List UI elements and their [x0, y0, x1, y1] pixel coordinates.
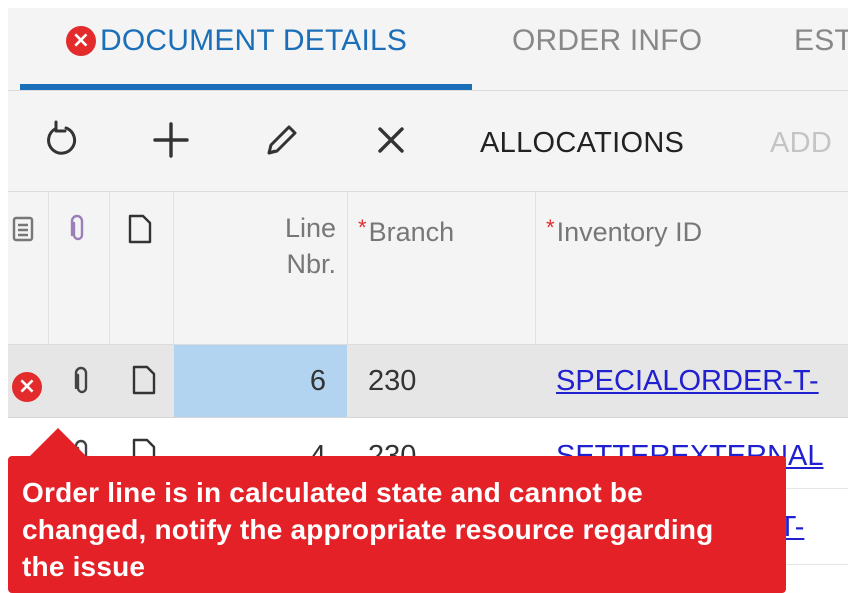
paperclip-icon [70, 214, 84, 241]
column-header-branch[interactable]: *Branch [358, 210, 454, 250]
add-row-button[interactable] [146, 115, 196, 165]
column-divider [109, 192, 110, 344]
tooltip-arrow [30, 428, 86, 456]
error-tooltip: Order line is in calculated state and ca… [8, 456, 786, 593]
tab-order-info[interactable]: ORDER INFO [512, 24, 702, 58]
column-divider [347, 192, 348, 344]
add-items-button[interactable]: ADD [770, 127, 832, 160]
sales-order-page: × DOCUMENT DETAILS ORDER INFO EST ALLOCA… [8, 8, 848, 593]
row-error-icon[interactable]: × [12, 372, 42, 402]
cell-inventory-id-link[interactable]: SPECIALORDER-T- [556, 365, 819, 398]
list-details-icon [12, 216, 34, 242]
paperclip-icon [74, 366, 88, 394]
plus-icon [153, 122, 189, 158]
column-header-inventory-id[interactable]: *Inventory ID [546, 210, 702, 250]
required-marker: * [358, 215, 367, 240]
files-column[interactable] [68, 214, 88, 249]
tab-est-label: EST [794, 24, 848, 57]
error-icon: × [66, 26, 96, 56]
row-status-column[interactable] [12, 216, 34, 247]
active-tab-underline [20, 84, 472, 90]
pencil-icon [267, 125, 297, 155]
row-notes-button[interactable] [132, 365, 156, 400]
refresh-icon [47, 120, 77, 155]
cell-branch[interactable]: 230 [368, 365, 416, 398]
refresh-button[interactable] [38, 115, 84, 165]
column-divider [535, 192, 536, 344]
row-files-button[interactable] [72, 365, 92, 402]
edit-button[interactable] [258, 115, 304, 165]
tab-order-info-label: ORDER INFO [512, 24, 703, 57]
cell-line-nbr[interactable]: 6 [188, 365, 326, 398]
close-icon [378, 127, 404, 153]
note-icon [128, 214, 152, 244]
grid-header: Line Nbr. *Branch *Inventory ID [8, 192, 848, 345]
column-divider [173, 192, 174, 344]
notes-column[interactable] [128, 214, 152, 249]
tab-document-details[interactable]: × DOCUMENT DETAILS [66, 24, 407, 58]
column-header-inventory-id-label: Inventory ID [556, 217, 703, 247]
allocations-button[interactable]: ALLOCATIONS [480, 127, 684, 160]
required-marker: * [546, 215, 555, 240]
error-tooltip-message: Order line is in calculated state and ca… [22, 477, 714, 582]
column-header-branch-label: Branch [368, 217, 455, 247]
column-divider [48, 192, 49, 344]
table-row[interactable]: × 6 230 SPECIALORDER-T- [8, 345, 848, 418]
tab-document-details-label: DOCUMENT DETAILS [100, 24, 408, 57]
column-header-line-nbr-line1: Line [284, 213, 336, 243]
column-header-line-nbr[interactable]: Line Nbr. [188, 210, 336, 282]
note-icon [132, 365, 156, 395]
delete-row-button[interactable] [368, 115, 414, 165]
column-header-line-nbr-line2: Nbr. [286, 249, 336, 279]
tab-est[interactable]: EST [794, 24, 848, 58]
grid-toolbar: ALLOCATIONS ADD [8, 91, 848, 192]
tab-bar: × DOCUMENT DETAILS ORDER INFO EST [8, 8, 848, 91]
